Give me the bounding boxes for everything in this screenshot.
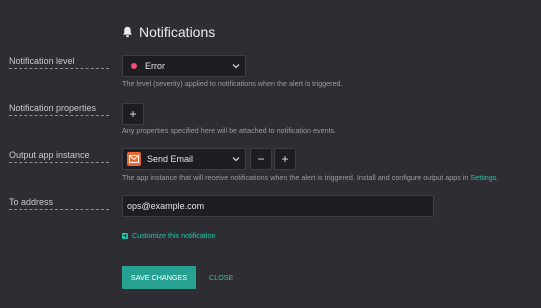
panel-title: Notifications — [122, 24, 215, 40]
output-help-suffix: . — [496, 173, 499, 182]
settings-link[interactable]: Settings — [470, 173, 496, 182]
plus-box-icon — [122, 232, 128, 239]
output-app-instance-label: Output app instance — [9, 150, 109, 163]
notification-level-help: The level (severity) applied to notifica… — [122, 79, 343, 88]
to-address-value: ops@example.com — [127, 201, 205, 211]
email-app-icon — [127, 152, 141, 166]
page-title: Notifications — [139, 24, 216, 40]
error-level-dot — [131, 63, 137, 69]
notification-level-select[interactable]: Error — [122, 55, 246, 77]
add-property-button[interactable]: + — [122, 103, 144, 125]
output-app-instance-select[interactable]: Send Email — [122, 148, 246, 170]
remove-output-instance-button[interactable]: − — [250, 148, 272, 170]
bell-icon — [122, 26, 133, 38]
output-app-instance-help: The app instance that will receive notif… — [122, 173, 498, 182]
chevron-down-icon — [232, 62, 240, 72]
add-output-instance-button[interactable]: + — [274, 148, 296, 170]
notifications-panel: Notifications Notification level Error T… — [0, 0, 541, 308]
customize-notification-label: Customize this notification — [132, 231, 216, 240]
customize-notification-link[interactable]: Customize this notification — [122, 231, 216, 240]
chevron-down-icon — [232, 155, 240, 165]
close-button[interactable]: CLOSE — [209, 266, 233, 289]
to-address-input[interactable]: ops@example.com — [122, 195, 434, 217]
to-address-label: To address — [9, 197, 109, 210]
notification-properties-help: Any properties specified here will be at… — [122, 126, 337, 135]
save-changes-button[interactable]: SAVE CHANGES — [122, 266, 196, 289]
notification-level-label: Notification level — [9, 56, 109, 69]
notification-level-value: Error — [145, 61, 165, 71]
notification-properties-label: Notification properties — [9, 103, 109, 116]
output-app-instance-value: Send Email — [147, 154, 194, 164]
output-help-text: The app instance that will receive notif… — [122, 173, 471, 182]
